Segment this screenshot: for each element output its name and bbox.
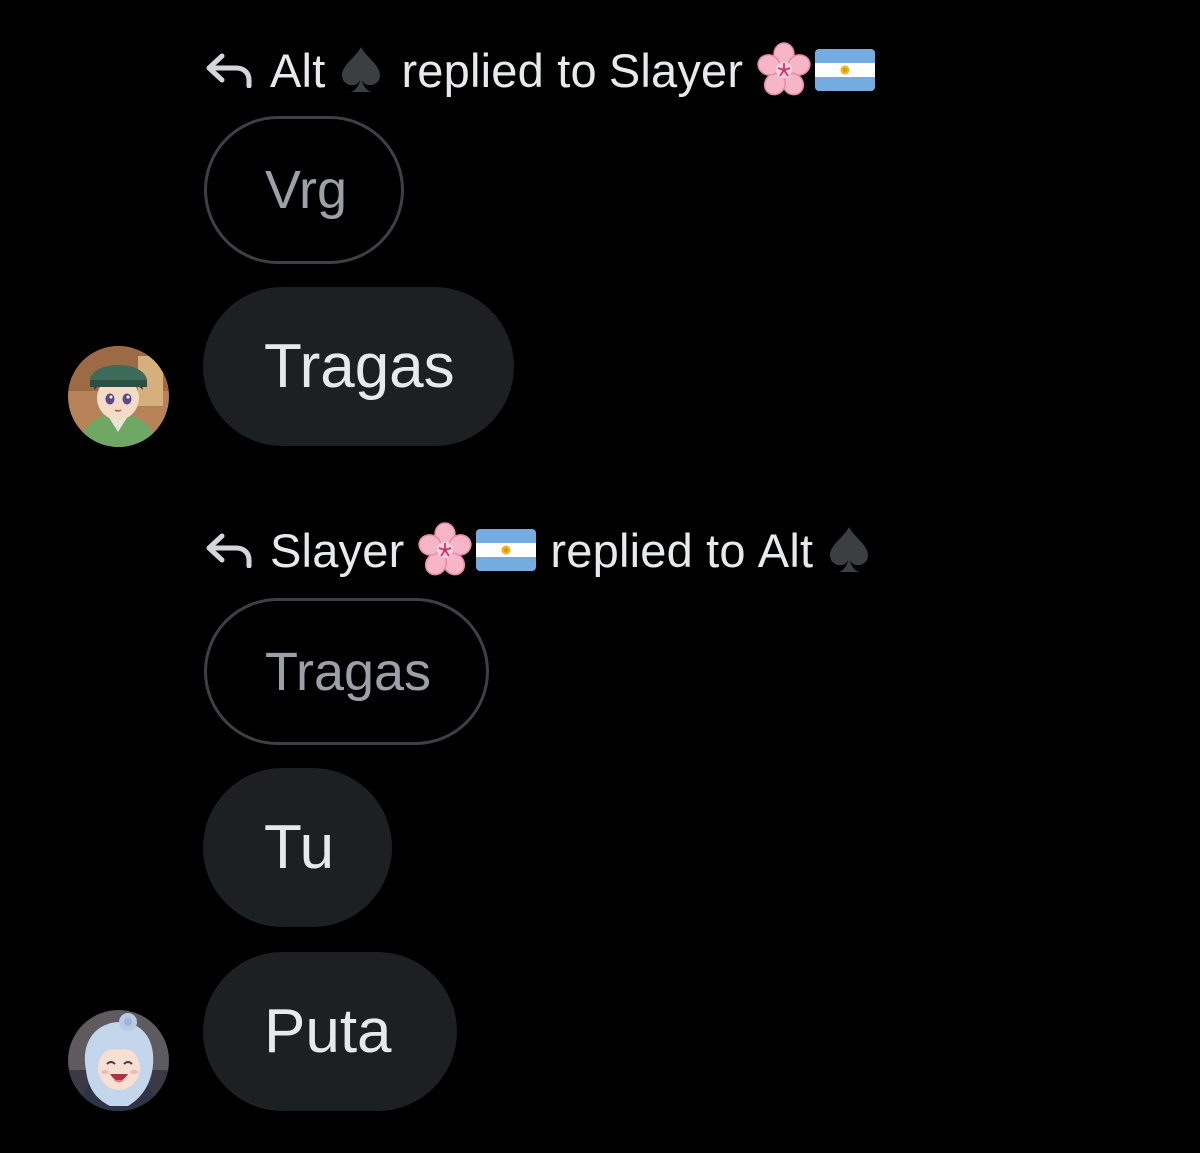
avatar[interactable] — [68, 1010, 169, 1111]
message-bubble[interactable]: Tu — [203, 768, 392, 927]
avatar[interactable] — [68, 346, 169, 447]
quoted-message-1[interactable]: Vrg — [204, 116, 404, 264]
argentina-flag-icon — [815, 49, 876, 91]
anime-boy-green-hat-avatar — [68, 346, 169, 447]
reply-arrow-icon — [204, 530, 256, 570]
spade-icon — [337, 44, 385, 96]
quoted-message-2[interactable]: Tragas — [204, 598, 489, 745]
reply-verb: replied to — [401, 43, 597, 97]
quoted-text: Tragas — [265, 641, 432, 702]
reply-header-1: Alt replied to Slayer — [204, 40, 876, 100]
message-text: Tu — [264, 813, 335, 882]
message-text: Tragas — [264, 332, 455, 401]
cherry-blossom-icon — [755, 41, 813, 99]
reply-target[interactable]: Slayer — [609, 43, 743, 98]
argentina-flag-icon — [476, 529, 537, 571]
quoted-text: Vrg — [265, 160, 348, 220]
message-bubble[interactable]: Tragas — [203, 287, 514, 446]
message-bubble[interactable]: Puta — [203, 952, 457, 1111]
cherry-blossom-icon — [416, 521, 474, 579]
reply-header-2: Slayer replied to Alt — [204, 520, 889, 580]
reply-author[interactable]: Slayer — [270, 523, 404, 578]
message-text: Puta — [264, 997, 392, 1066]
anime-girl-blue-hair-avatar — [68, 1010, 169, 1111]
reply-arrow-icon — [204, 50, 256, 90]
reply-verb: replied to — [550, 523, 746, 577]
spade-icon — [825, 524, 873, 576]
reply-author[interactable]: Alt — [270, 43, 325, 98]
reply-target[interactable]: Alt — [758, 523, 813, 578]
